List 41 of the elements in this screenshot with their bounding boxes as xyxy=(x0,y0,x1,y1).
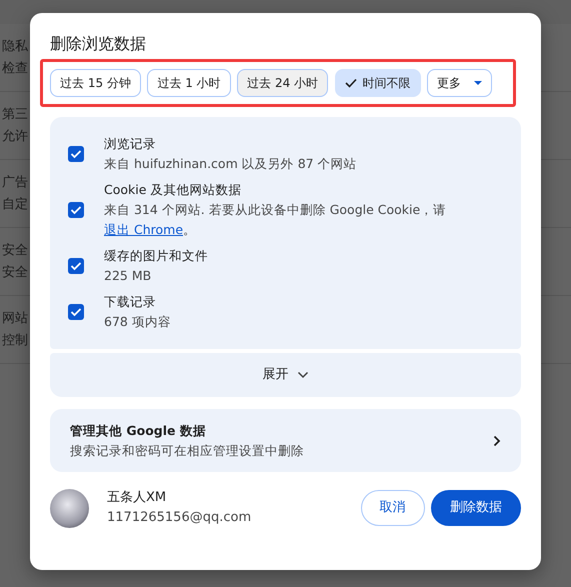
setting-title: 第三 xyxy=(2,106,28,124)
checkbox[interactable] xyxy=(68,258,84,274)
avatar-placeholder xyxy=(50,488,89,528)
sign-out-link[interactable]: 退出 Chrome xyxy=(104,222,184,237)
checkbox[interactable] xyxy=(68,146,84,162)
setting-description: 安全 xyxy=(2,264,28,282)
data-type-description: 来自 314 个网站. 若要从此设备中删除 Google Cookie，请 退出 Chrome。 xyxy=(104,201,448,239)
checkbox[interactable] xyxy=(68,304,84,320)
data-type-description: 678 项内容 xyxy=(104,313,171,331)
chevron-down-icon xyxy=(296,371,308,379)
time-range-chip[interactable]: 时间不限 xyxy=(334,69,421,97)
time-range-chip[interactable]: 过去 15 分钟 xyxy=(50,69,141,97)
dialog-title: 删除浏览数据 xyxy=(50,33,147,55)
data-type-title: 下载记录 xyxy=(104,293,157,311)
more-dropdown[interactable]: 更多 xyxy=(427,69,492,97)
setting-description: 检查 xyxy=(2,60,28,78)
delete-data-button[interactable]: 删除数据 xyxy=(431,490,521,526)
account-email: 1171265156@qq.com xyxy=(107,509,252,527)
data-type-description: 225 MB xyxy=(104,267,152,285)
setting-title: 广告 xyxy=(2,174,28,192)
data-type-title: 浏览记录 xyxy=(104,135,157,153)
data-type-title: Cookie 及其他网站数据 xyxy=(104,181,242,199)
row-title: 管理其他 Google 数据 xyxy=(70,422,207,440)
setting-description: 自定 xyxy=(2,196,28,214)
chevron-right-icon xyxy=(493,434,501,446)
setting-description: 控制 xyxy=(2,332,28,350)
check-icon xyxy=(344,78,357,88)
time-range-chip[interactable]: 过去 1 小时 xyxy=(147,69,231,97)
time-range-chip[interactable]: 过去 24 小时 xyxy=(237,69,328,97)
data-type-description: 来自 huifuzhinan.com 以及另外 87 个网站 xyxy=(104,155,357,173)
account-name: 五条人XM xyxy=(107,489,168,507)
setting-description: 允许 xyxy=(2,128,28,146)
setting-title: 安全 xyxy=(2,242,28,260)
manage-google-data-row[interactable]: 管理其他 Google 数据 搜索记录和密码可在相应管理设置中删除 xyxy=(50,409,521,472)
checkbox[interactable] xyxy=(68,202,84,218)
data-type-title: 缓存的图片和文件 xyxy=(104,247,208,265)
setting-title: 隐私 xyxy=(2,38,28,56)
setting-title: 网站 xyxy=(2,310,28,328)
cancel-button[interactable]: 取消 xyxy=(360,490,424,526)
expand-button[interactable]: 展开 xyxy=(50,353,521,397)
row-description: 搜索记录和密码可在相应管理设置中删除 xyxy=(70,442,304,460)
